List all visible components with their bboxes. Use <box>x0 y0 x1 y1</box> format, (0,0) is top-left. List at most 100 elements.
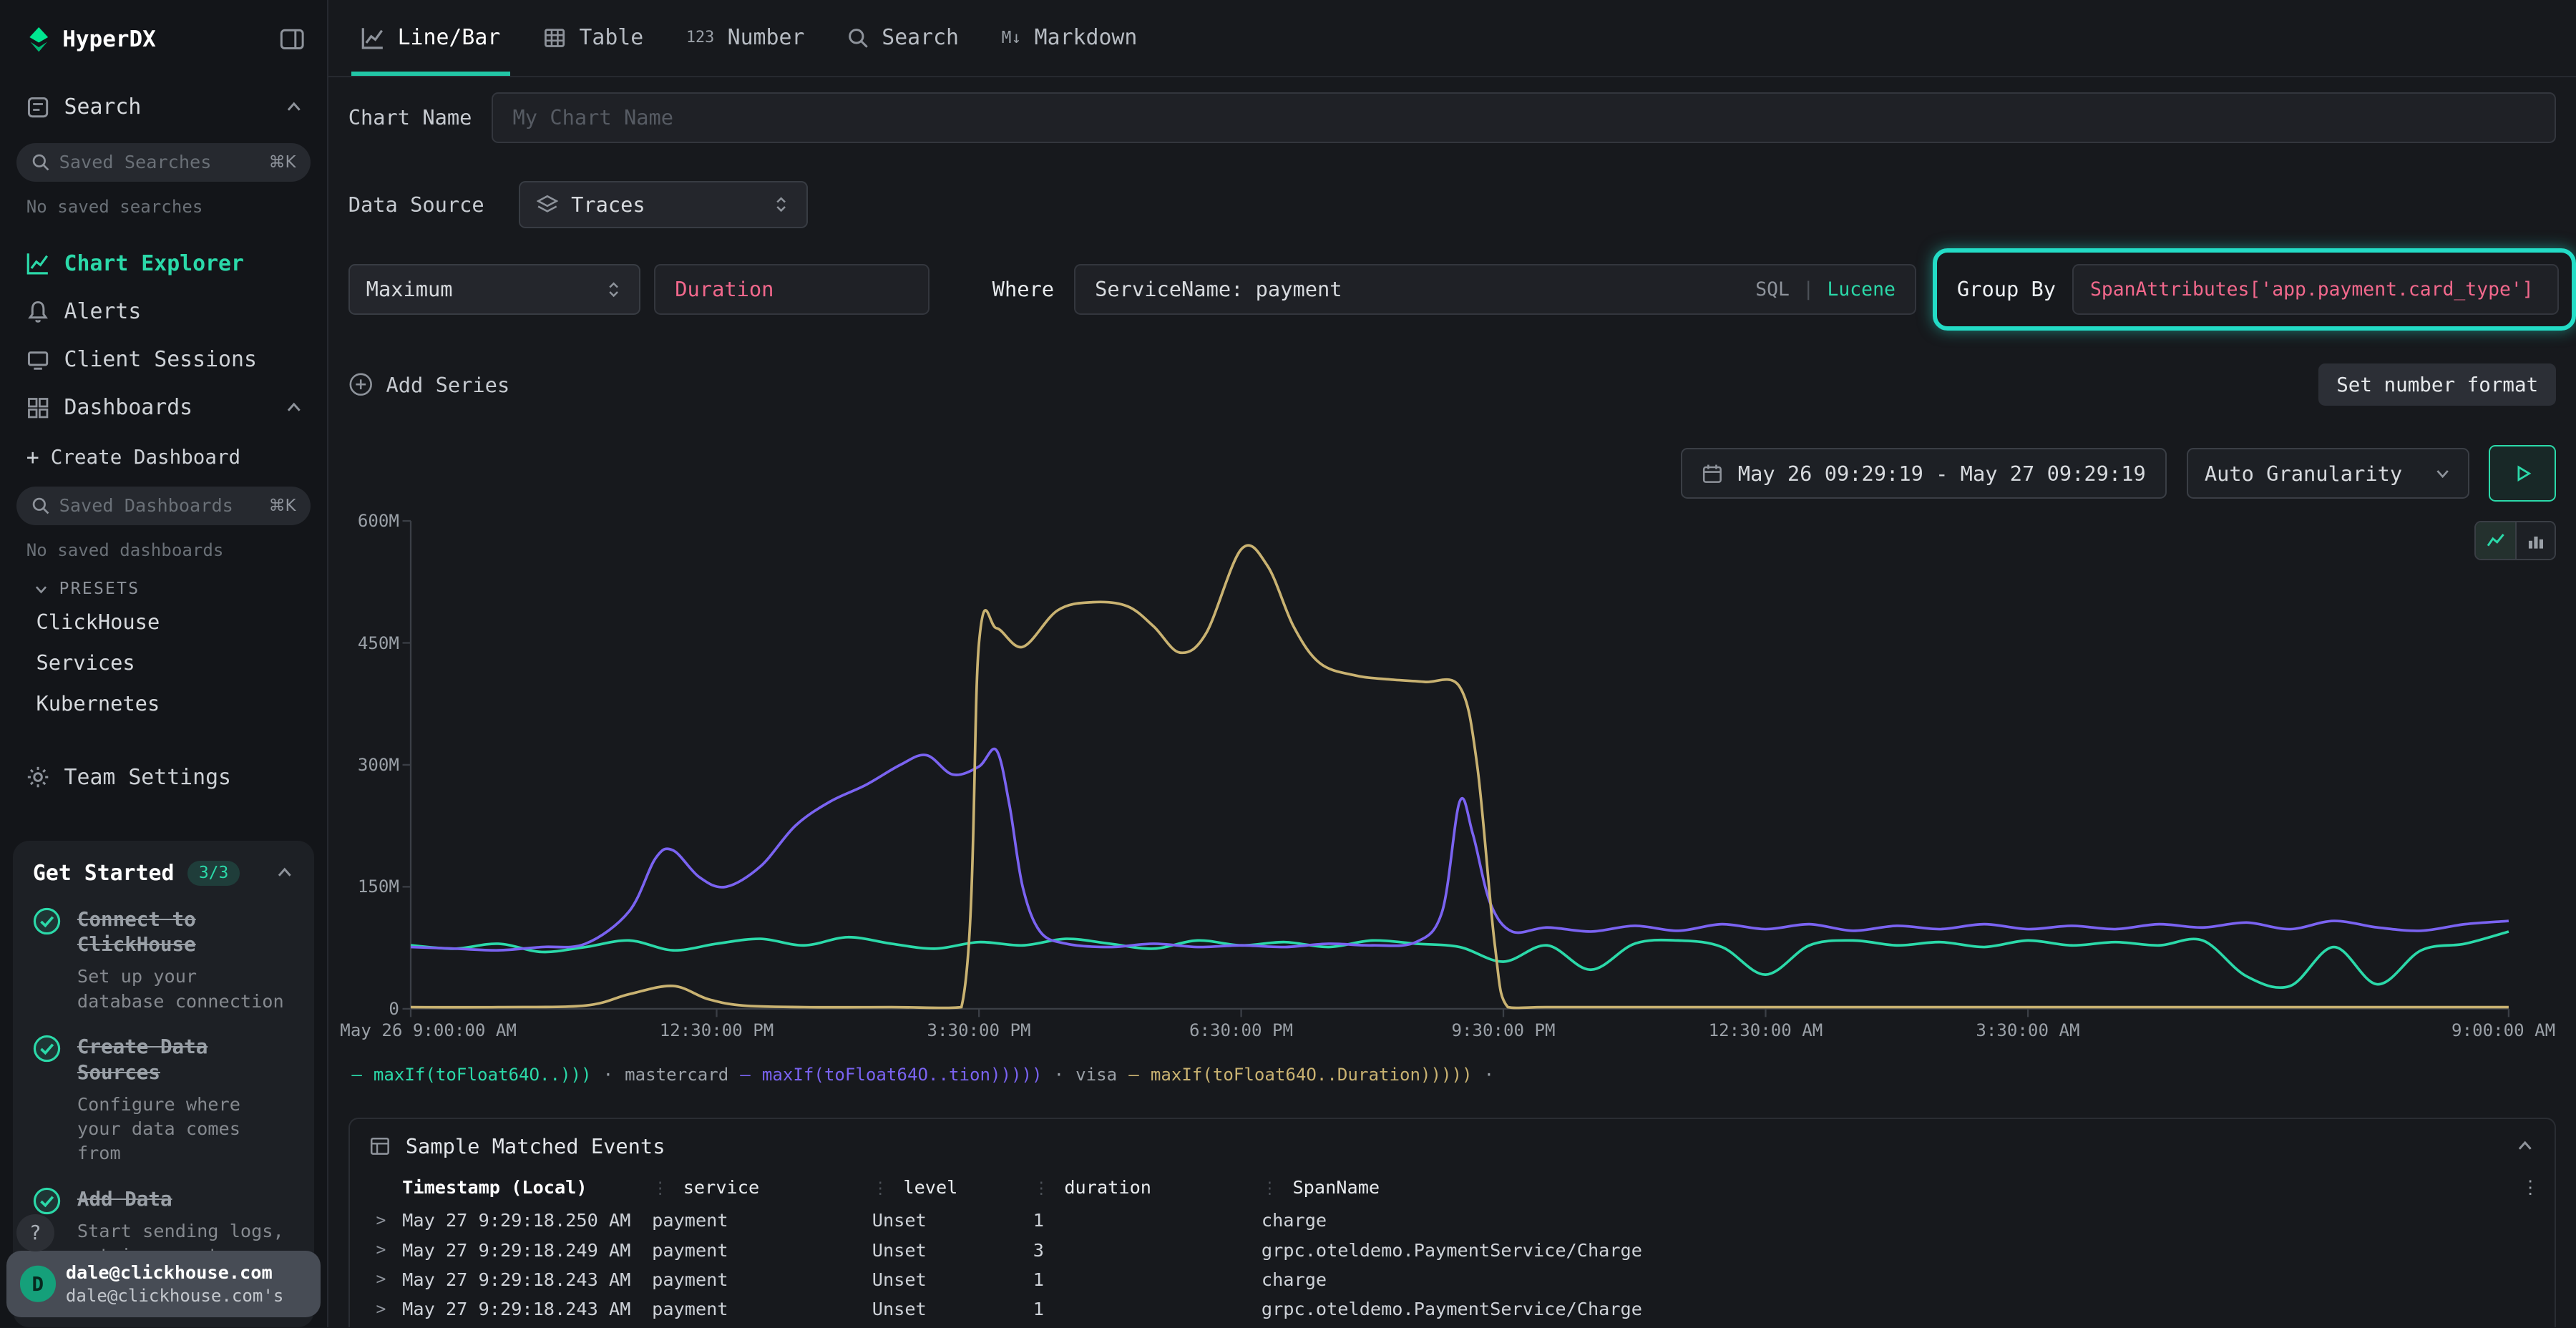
field-input[interactable]: Duration <box>654 264 930 315</box>
get-started-progress-badge: 3/3 <box>187 861 240 886</box>
sidebar-item-label: Alerts <box>64 299 142 324</box>
hyperdx-logo[interactable]: HyperDX <box>26 26 156 52</box>
preset-clickhouse[interactable]: ClickHouse <box>0 602 327 643</box>
sidebar-item-team-settings[interactable]: Team Settings <box>0 753 327 801</box>
chevron-down-icon <box>2434 464 2451 482</box>
table-row[interactable]: > May 27 9:29:18.249 AM payment Unset 3 … <box>350 1235 2555 1264</box>
chevron-up-icon[interactable] <box>284 97 304 117</box>
column-header-spanname[interactable]: ⋮SpanName <box>1262 1177 2509 1198</box>
row-expand-icon[interactable]: > <box>353 1270 402 1289</box>
events-title: Sample Matched Events <box>406 1134 665 1158</box>
column-header-duration[interactable]: ⋮ duration <box>1033 1177 1262 1198</box>
chart-plot-area[interactable]: 600M 450M 300M 150M 0 <box>411 521 2509 1009</box>
cell-duration: 1 <box>1033 1269 1262 1290</box>
cell-duration: 1 <box>1033 1210 1262 1231</box>
shortcut-badge: ⌘K <box>269 497 296 515</box>
aggregation-select[interactable]: Maximum <box>348 264 641 315</box>
table-row[interactable]: > May 27 9:29:18.250 AM payment Unset 1 … <box>350 1206 2555 1235</box>
column-label: duration <box>1064 1177 1151 1198</box>
avatar: D <box>20 1266 57 1302</box>
get-started-item[interactable]: Connect to ClickHouse Set up your databa… <box>33 907 294 1014</box>
tab-table[interactable]: Table <box>523 0 663 76</box>
legend-expr[interactable]: maxIf(toFloat64O..tion))))) <box>762 1065 1043 1085</box>
table-row[interactable]: > May 27 9:29:18.243 AM payment Unset 1 … <box>350 1294 2555 1324</box>
data-source-select[interactable]: Traces <box>519 181 808 229</box>
column-resize-icon[interactable]: ⋮ <box>1033 1179 1050 1198</box>
chart-line-icon <box>26 252 49 275</box>
get-started-header[interactable]: Get Started 3/3 <box>33 861 294 886</box>
create-dashboard-button[interactable]: + Create Dashboard <box>0 431 327 477</box>
data-source-value: Traces <box>571 192 645 217</box>
y-axis-tick: 600M <box>358 511 399 531</box>
column-resize-icon[interactable]: ⋮ <box>872 1179 889 1198</box>
get-started-item[interactable]: Create Data Sources Configure where your… <box>33 1035 294 1166</box>
group-by-value: SpanAttributes['app.payment.card_type'] <box>2090 278 2534 301</box>
group-by-highlight-annotation: Group By SpanAttributes['app.payment.car… <box>1933 248 2576 331</box>
help-button[interactable]: ? <box>16 1214 54 1252</box>
user-menu[interactable]: D dale@clickhouse.com dale@clickhouse.co… <box>6 1251 321 1318</box>
row-expand-icon[interactable]: > <box>353 1211 402 1230</box>
get-started-item-texts: Connect to ClickHouse Set up your databa… <box>77 907 294 1014</box>
legend-group[interactable]: mastercard <box>625 1065 728 1085</box>
sidebar-item-alerts[interactable]: Alerts <box>0 288 327 336</box>
chevron-up-icon[interactable] <box>275 863 295 883</box>
date-range-picker[interactable]: May 26 09:29:19 - May 27 09:29:19 <box>1681 448 2167 499</box>
add-series-button[interactable]: Add Series <box>348 372 510 396</box>
granularity-select[interactable]: Auto Granularity <box>2187 448 2469 499</box>
aggregation-value: Maximum <box>366 277 453 301</box>
grid-icon <box>26 396 49 419</box>
search-section-header[interactable]: Search <box>0 72 327 133</box>
user-org: dale@clickhouse.com's <box>66 1286 304 1306</box>
events-header[interactable]: Sample Matched Events <box>350 1119 2555 1170</box>
presets-header[interactable]: PRESETS <box>0 563 327 602</box>
sidebar-item-chart-explorer[interactable]: Chart Explorer <box>0 240 327 288</box>
monitor-icon <box>26 348 49 371</box>
legend-expr[interactable]: maxIf(toFloat64O..Duration))))) <box>1151 1065 1473 1085</box>
tab-search[interactable]: Search <box>828 0 979 76</box>
group-by-input[interactable]: SpanAttributes['app.payment.card_type'] <box>2072 264 2559 315</box>
lucene-toggle[interactable]: Lucene <box>1828 278 1896 301</box>
table-icon <box>543 26 566 49</box>
preset-services[interactable]: Services <box>0 643 327 683</box>
row-expand-icon[interactable]: > <box>353 1241 402 1259</box>
search-section-label: Search <box>64 94 142 119</box>
app-root: HyperDX Search Saved Searches ⌘K No save… <box>0 0 2576 1327</box>
bar-chart-toggle[interactable] <box>2515 522 2555 559</box>
legend-group[interactable]: visa <box>1075 1065 1117 1085</box>
x-axis-tick: 3:30:00 PM <box>927 1020 1030 1040</box>
legend-expr[interactable]: maxIf(toFloat64O..))) <box>374 1065 592 1085</box>
column-header-service[interactable]: ⋮service <box>652 1177 872 1198</box>
chevron-up-icon[interactable] <box>2515 1136 2535 1156</box>
column-header-timestamp[interactable]: Timestamp (Local) <box>402 1177 652 1198</box>
tab-number[interactable]: 123 Number <box>666 0 824 76</box>
where-input[interactable]: ServiceName: payment SQL | Lucene <box>1074 264 1917 315</box>
column-header-level[interactable]: ⋮level <box>872 1177 1033 1198</box>
check-circle-icon <box>33 1035 61 1063</box>
events-table-header: Timestamp (Local) ⋮service ⋮level ⋮ durat… <box>350 1170 2555 1206</box>
table-row[interactable]: > May 27 9:29:18.243 AM payment Unset 1 … <box>350 1265 2555 1294</box>
set-number-format-button[interactable]: Set number format <box>2318 363 2556 406</box>
sidebar-item-dashboards[interactable]: Dashboards <box>0 384 327 431</box>
sidebar-collapse-icon[interactable] <box>280 29 304 50</box>
saved-searches-input[interactable]: Saved Searches ⌘K <box>16 143 311 182</box>
x-axis-tick: 9:00:00 AM <box>2451 1020 2555 1040</box>
column-resize-icon[interactable]: ⋮ <box>652 1179 668 1198</box>
table-options-button[interactable]: ⋮ <box>2509 1177 2552 1198</box>
row-expand-icon[interactable]: > <box>353 1300 402 1319</box>
saved-dashboards-placeholder: Saved Dashboards <box>59 495 233 516</box>
tab-label: Line/Bar <box>398 25 501 50</box>
column-resize-icon[interactable]: ⋮ <box>1262 1179 1278 1198</box>
saved-searches-placeholder: Saved Searches <box>59 152 212 172</box>
chevron-up-icon[interactable] <box>284 398 304 418</box>
tab-label: Markdown <box>1035 25 1138 50</box>
tab-line-bar[interactable]: Line/Bar <box>342 0 520 76</box>
preset-kubernetes[interactable]: Kubernetes <box>0 683 327 724</box>
saved-dashboards-input[interactable]: Saved Dashboards ⌘K <box>16 487 311 525</box>
run-query-button[interactable] <box>2489 445 2556 501</box>
sql-toggle[interactable]: SQL <box>1755 278 1790 301</box>
cell-service: payment <box>652 1240 872 1261</box>
tab-markdown[interactable]: M↓ Markdown <box>982 0 1157 76</box>
presets-label: PRESETS <box>59 580 140 598</box>
sidebar-item-client-sessions[interactable]: Client Sessions <box>0 336 327 384</box>
chart-name-input[interactable] <box>492 92 2556 143</box>
